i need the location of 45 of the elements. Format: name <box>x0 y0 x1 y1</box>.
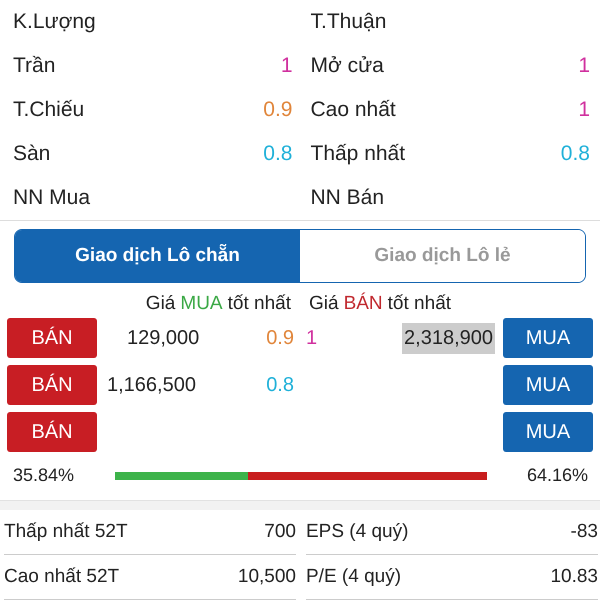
stat-value: 0.9 <box>263 98 292 122</box>
stat-value: 0.8 <box>263 142 292 166</box>
sell-button[interactable]: BÁN <box>7 318 97 358</box>
header-side: BÁN <box>344 293 383 315</box>
stat-label: Cao nhất <box>310 98 396 122</box>
stat-value: -83 <box>570 521 598 543</box>
buy-button[interactable]: MUA <box>503 365 593 406</box>
stat-value: 1 <box>578 98 590 122</box>
stat-label: K.Lượng <box>13 10 96 34</box>
bid-price: 0.9 <box>265 326 295 351</box>
header-label: Giá <box>146 293 176 315</box>
stat-label: Thấp nhất 52T <box>4 521 128 543</box>
stat-value: 10,500 <box>238 566 296 588</box>
stat-label: NN Bán <box>310 186 384 210</box>
header-label: Giá <box>309 293 339 315</box>
tab[interactable]: Giao dịch Lô chẵn <box>15 230 300 282</box>
ask-volume: 2,318,900 <box>402 322 495 354</box>
stat-label: Sàn <box>13 142 50 166</box>
buy-button[interactable]: MUA <box>503 412 593 452</box>
ask-price: 1 <box>305 326 318 351</box>
stat-value: 1 <box>280 54 292 78</box>
sell-button[interactable]: BÁN <box>7 412 97 452</box>
stat-label: Thấp nhất <box>310 142 406 166</box>
header-side: MUA <box>180 293 223 315</box>
stat-label: T.Thuận <box>310 10 386 34</box>
stat-label: P/E (4 quý) <box>306 566 402 588</box>
sell-percentage: 64.16% <box>526 465 588 486</box>
header-label: tốt nhất <box>388 293 452 315</box>
bid-volume: 1,166,500 <box>106 372 197 398</box>
stat-label: NN Mua <box>13 186 90 210</box>
stat-value: 1 <box>578 54 590 78</box>
stat-value: 10.83 <box>550 566 598 588</box>
stat-label: Cao nhất 52T <box>4 566 120 588</box>
header-label: tốt nhất <box>228 293 291 315</box>
stat-label: Mở cửa <box>310 54 384 78</box>
buy-button[interactable]: MUA <box>503 318 593 358</box>
buy-percentage: 35.84% <box>13 465 74 486</box>
bid-price: 0.8 <box>265 372 295 398</box>
stat-label: Trần <box>13 54 56 78</box>
stat-label: EPS (4 quý) <box>306 521 408 543</box>
stat-label: T.Chiếu <box>13 98 84 122</box>
stat-value: 700 <box>264 521 296 543</box>
stat-value: 0.8 <box>560 142 590 166</box>
bid-volume: 129,000 <box>126 326 200 351</box>
sell-button[interactable]: BÁN <box>7 365 97 406</box>
